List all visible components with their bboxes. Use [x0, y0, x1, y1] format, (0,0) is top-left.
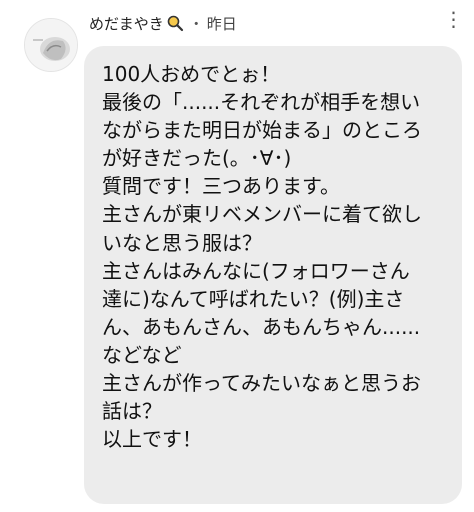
message-line: が好きだった(。･∀･) [102, 146, 292, 171]
meta-separator: ・ [188, 14, 204, 33]
message-line: ん、あもんさん、あもんちゃん...... [102, 314, 421, 339]
message-line: 以上です！ [102, 427, 202, 452]
author-name[interactable]: めだまやき [89, 13, 164, 34]
post-header: めだまやき ・ 昨日 [89, 10, 464, 36]
message-bubble: 100人おめでとぉ！ 最後の「......それぞれが相手を想い ながらまた明日が… [84, 46, 462, 504]
message-text: 100人おめでとぉ！ 最後の「......それぞれが相手を想い ながらまた明日が… [102, 60, 448, 453]
more-options-icon[interactable]: ⋮ [440, 6, 468, 32]
magnifier-icon [166, 14, 184, 32]
message-line: 主さんが東リベメンバーに着て欲し [102, 202, 422, 227]
message-line: いなと思う服は？ [102, 230, 262, 255]
message-line: 主さんはみんなに(フォロワーさん [102, 258, 410, 283]
message-line: などなど [102, 342, 182, 367]
avatar[interactable] [24, 18, 78, 72]
message-line: ながらまた明日が始まる」のところ [102, 118, 422, 143]
message-line: 最後の「......それぞれが相手を想い [102, 90, 421, 115]
post-timestamp: 昨日 [206, 14, 237, 33]
message-line: 話は？ [102, 399, 162, 424]
message-line: 達に)なんて呼ばれたい？(例)主さ [102, 286, 405, 311]
message-line: 100人おめでとぉ！ [102, 62, 281, 86]
message-line: 質問です！三つあります。 [102, 174, 340, 199]
message-line: 主さんが作ってみたいなぁと思うお [102, 371, 421, 396]
